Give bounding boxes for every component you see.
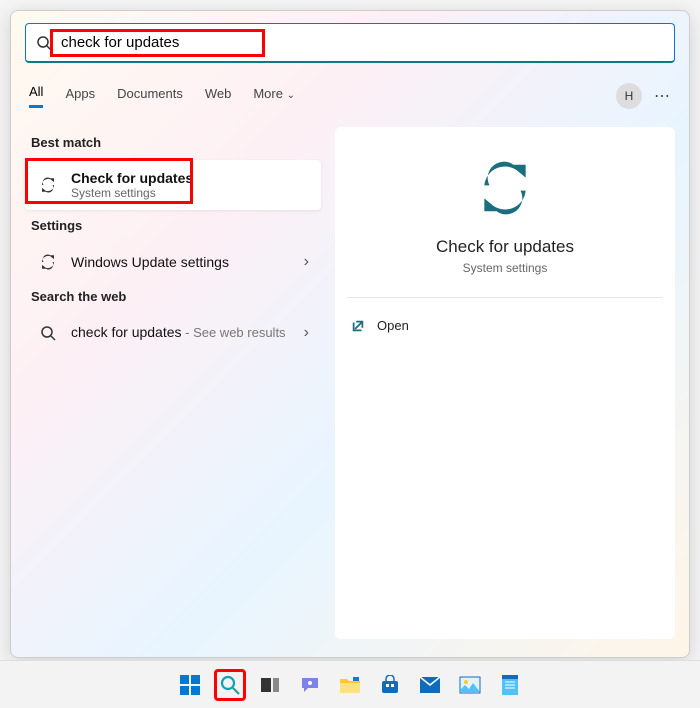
- user-avatar[interactable]: H: [616, 83, 642, 109]
- sync-icon: [37, 176, 59, 194]
- result-title: Windows Update settings: [71, 254, 304, 270]
- result-check-for-updates[interactable]: Check for updates System settings: [25, 160, 321, 210]
- result-web-search[interactable]: check for updates - See web results ›: [25, 314, 321, 352]
- web-result-query: check for updates: [71, 324, 182, 340]
- task-view-button[interactable]: [254, 669, 286, 701]
- chat-button[interactable]: [294, 669, 326, 701]
- tab-web[interactable]: Web: [205, 86, 232, 107]
- preview-title: Check for updates: [347, 237, 663, 257]
- taskbar: [0, 660, 700, 708]
- search-box[interactable]: [25, 23, 675, 63]
- mail-button[interactable]: [414, 669, 446, 701]
- web-result-suffix: - See web results: [182, 325, 286, 340]
- tab-documents[interactable]: Documents: [117, 86, 183, 107]
- section-search-web: Search the web: [31, 289, 321, 304]
- notepad-button[interactable]: [494, 669, 526, 701]
- annotation-search-highlight: [50, 29, 265, 57]
- taskbar-search-button[interactable]: [214, 669, 246, 701]
- chevron-down-icon: ⌄: [287, 90, 295, 101]
- search-input[interactable]: [61, 34, 260, 51]
- filter-tabs: All Apps Documents Web More ⌄ H ⋯: [25, 83, 675, 109]
- search-panel: All Apps Documents Web More ⌄ H ⋯ Best m…: [10, 10, 690, 658]
- tab-apps[interactable]: Apps: [65, 86, 95, 107]
- preview-sync-icon: [347, 157, 663, 219]
- action-open-label: Open: [377, 318, 409, 333]
- action-open[interactable]: Open: [347, 312, 663, 339]
- sync-icon: [37, 253, 59, 271]
- results-column: Best match Check for updates System sett…: [25, 127, 321, 639]
- result-windows-update-settings[interactable]: Windows Update settings ›: [25, 243, 321, 281]
- preview-subtitle: System settings: [347, 261, 663, 275]
- photos-button[interactable]: [454, 669, 486, 701]
- search-icon: [219, 674, 241, 696]
- store-button[interactable]: [374, 669, 406, 701]
- tab-more[interactable]: More ⌄: [253, 86, 295, 107]
- result-title: Check for updates: [71, 170, 309, 186]
- preview-pane: Check for updates System settings Open: [335, 127, 675, 639]
- chevron-right-icon: ›: [304, 253, 309, 271]
- result-subtitle: System settings: [71, 186, 309, 200]
- search-icon: [37, 325, 59, 341]
- chevron-right-icon: ›: [304, 324, 309, 342]
- file-explorer-button[interactable]: [334, 669, 366, 701]
- open-external-icon: [351, 319, 365, 333]
- divider: [347, 297, 663, 298]
- more-options-button[interactable]: ⋯: [654, 86, 671, 106]
- tab-all[interactable]: All: [29, 84, 43, 108]
- section-best-match: Best match: [31, 135, 321, 150]
- start-button[interactable]: [174, 669, 206, 701]
- section-settings: Settings: [31, 218, 321, 233]
